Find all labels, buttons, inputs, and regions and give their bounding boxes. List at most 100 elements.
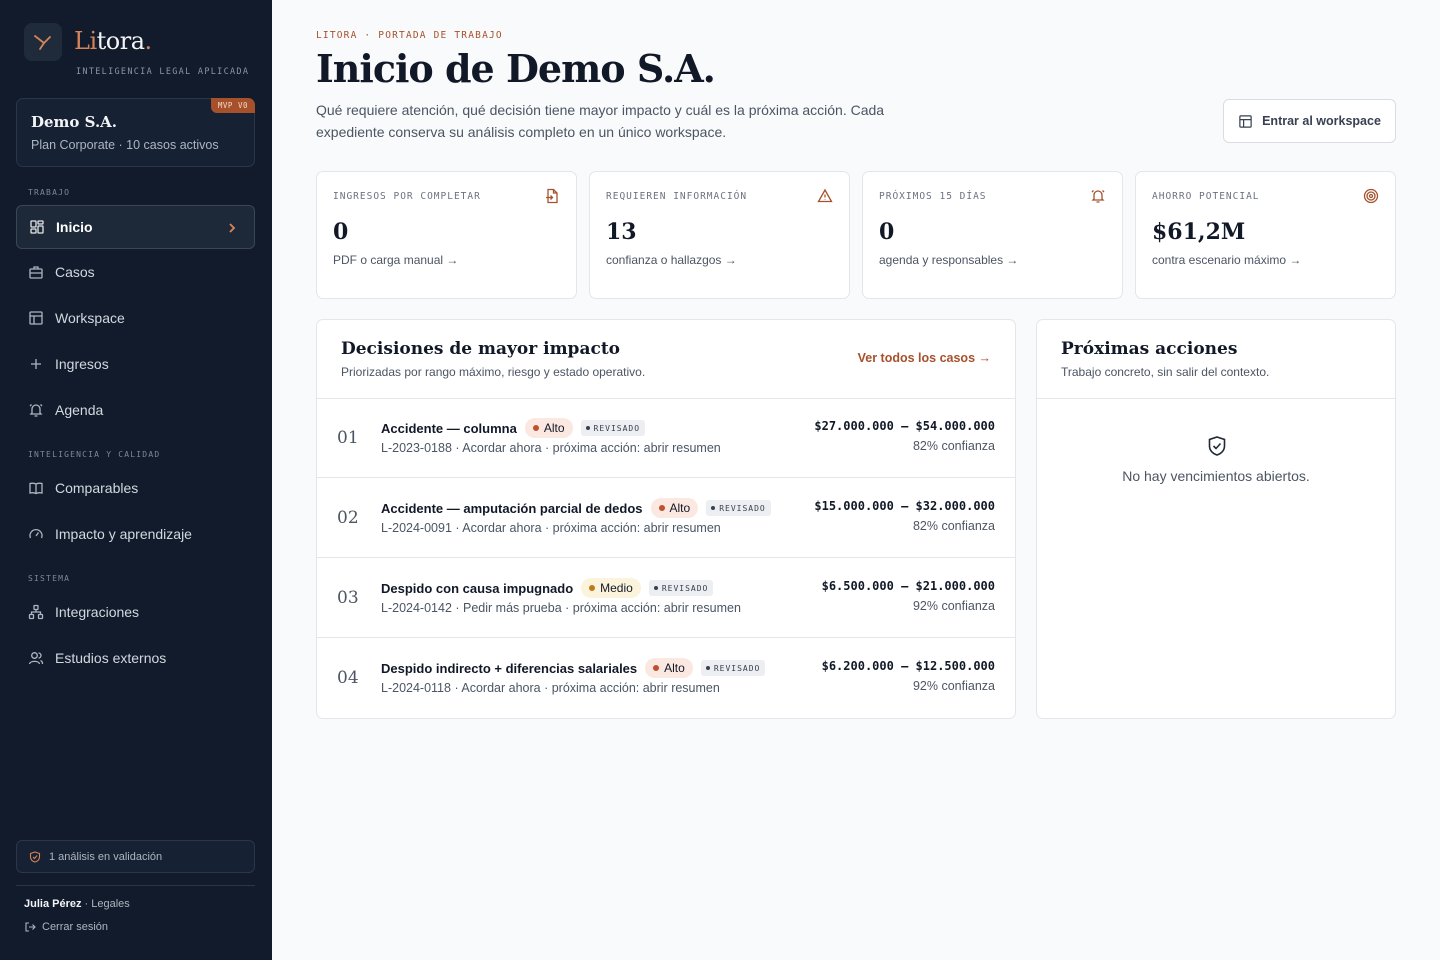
confidence: 82% confianza bbox=[912, 519, 995, 533]
stat-card-proximos-15-dias[interactable]: PRÓXIMOS 15 DÍAS 0 agenda y responsables… bbox=[862, 171, 1123, 299]
stat-label: REQUIEREN INFORMACIÓN bbox=[606, 191, 748, 202]
sidebar-item-estudios-externos[interactable]: Estudios externos bbox=[16, 636, 255, 680]
briefcase-icon bbox=[29, 266, 43, 279]
sidebar-item-label: Ingresos bbox=[55, 356, 109, 372]
stat-sub: contra escenario máximo → bbox=[1152, 253, 1302, 267]
logo-mark[interactable] bbox=[24, 23, 62, 61]
logo-wordmark: Litora. bbox=[74, 27, 152, 55]
validation-text: 1 análisis en validación bbox=[49, 850, 163, 863]
layout-icon bbox=[29, 311, 43, 325]
decision-row[interactable]: 04 Despido indirecto + diferencias salar… bbox=[317, 638, 1015, 718]
plus-icon bbox=[31, 359, 41, 369]
sidebar-item-label: Workspace bbox=[55, 310, 125, 326]
row-title-line: Despido con causa impugnado Medio REVISA… bbox=[381, 578, 714, 598]
stat-label: INGRESOS POR COMPLETAR bbox=[333, 191, 481, 202]
case-title: Despido con causa impugnado bbox=[381, 580, 574, 596]
section-label-sistema: SISTEMA bbox=[28, 574, 71, 583]
row-number: 04 bbox=[337, 668, 359, 688]
logout-label: Cerrar sesión bbox=[42, 921, 109, 933]
sidebar-item-agenda[interactable]: Agenda bbox=[16, 388, 255, 432]
stat-card-ahorro-potencial[interactable]: AHORRO POTENCIAL $61,2M contra escenario… bbox=[1135, 171, 1396, 299]
status-badge: REVISADO bbox=[648, 580, 714, 596]
gauge-icon bbox=[29, 528, 43, 539]
section-label-inteligencia: INTELIGENCIA Y CALIDAD bbox=[28, 450, 161, 459]
sidebar-item-label: Integraciones bbox=[55, 604, 140, 620]
target-icon bbox=[1363, 188, 1379, 204]
user-role: · Legales bbox=[81, 898, 130, 910]
decisions-subtitle: Priorizadas por rango máximo, riesgo y e… bbox=[341, 365, 646, 379]
bell-ring-icon bbox=[1091, 190, 1105, 203]
layout-icon bbox=[1239, 114, 1252, 128]
logo-tagline: INTELIGENCIA LEGAL APLICADA bbox=[76, 67, 250, 77]
row-title-line: Accidente — columna Alto REVISADO bbox=[381, 418, 646, 438]
view-all-cases-link[interactable]: Ver todos los casos → bbox=[858, 351, 991, 365]
stat-sub: agenda y responsables → bbox=[879, 253, 1019, 267]
logout-link[interactable]: Cerrar sesión bbox=[24, 921, 108, 933]
sidebar-item-label: Agenda bbox=[55, 402, 104, 418]
case-title: Accidente — columna bbox=[381, 420, 517, 436]
stat-label: PRÓXIMOS 15 DÍAS bbox=[879, 191, 987, 202]
sidebar-item-workspace[interactable]: Workspace bbox=[16, 296, 255, 340]
case-meta: L-2024-0142 · Pedir más prueba · próxima… bbox=[381, 601, 741, 615]
decision-row[interactable]: 03 Despido con causa impugnado Medio REV… bbox=[317, 558, 1015, 638]
org-card[interactable]: Demo S.A. Plan Corporate · 10 casos acti… bbox=[16, 98, 255, 167]
org-name: Demo S.A. bbox=[31, 113, 118, 131]
amount-range: $6.500.000 – $21.000.000 bbox=[821, 579, 995, 593]
sidebar-divider bbox=[16, 885, 255, 886]
risk-badge: Alto bbox=[650, 498, 699, 518]
sidebar: Litora. INTELIGENCIA LEGAL APLICADA Demo… bbox=[0, 0, 272, 960]
risk-badge: Medio bbox=[581, 578, 641, 598]
shield-icon bbox=[29, 850, 41, 863]
enter-workspace-label: Entrar al workspace bbox=[1262, 114, 1381, 128]
version-badge: MVP V0 bbox=[210, 98, 255, 113]
enter-workspace-button[interactable]: Entrar al workspace bbox=[1223, 99, 1396, 143]
page-kicker: LITORA · PORTADA DE TRABAJO bbox=[316, 30, 503, 41]
sidebar-item-casos[interactable]: Casos bbox=[16, 250, 255, 294]
confidence: 92% confianza bbox=[912, 679, 995, 693]
user-info: Julia Pérez · Legales bbox=[24, 898, 130, 910]
logout-icon bbox=[25, 922, 36, 932]
amount-range: $15.000.000 – $32.000.000 bbox=[814, 499, 995, 513]
stat-sub: PDF o carga manual → bbox=[333, 253, 459, 267]
confidence: 82% confianza bbox=[912, 439, 995, 453]
sidebar-item-impacto[interactable]: Impacto y aprendizaje bbox=[16, 512, 255, 556]
amount-range: $27.000.000 – $54.000.000 bbox=[814, 419, 995, 433]
sidebar-item-comparables[interactable]: Comparables bbox=[16, 466, 255, 510]
stat-value: $61,2M bbox=[1152, 219, 1246, 245]
users-icon bbox=[28, 652, 44, 665]
network-icon bbox=[28, 604, 44, 620]
amount-range: $6.200.000 – $12.500.000 bbox=[821, 659, 995, 673]
row-title-line: Accidente — amputación parcial de dedos … bbox=[381, 498, 771, 518]
risk-badge: Alto bbox=[645, 658, 693, 678]
empty-state-text: No hay vencimientos abiertos. bbox=[1122, 468, 1310, 484]
decisions-list: 01 Accidente — columna Alto REVISADO L-2… bbox=[317, 398, 1015, 718]
shield-check-icon bbox=[1208, 436, 1226, 456]
validation-status[interactable]: 1 análisis en validación bbox=[16, 840, 255, 873]
case-title: Despido indirecto + diferencias salarial… bbox=[381, 660, 638, 676]
case-meta: L-2024-0118 · Acordar ahora · próxima ac… bbox=[381, 681, 720, 695]
stat-sub: confianza o hallazgos → bbox=[606, 253, 737, 267]
section-label-trabajo: TRABAJO bbox=[28, 188, 71, 197]
stat-value: 13 bbox=[606, 219, 637, 245]
sidebar-item-label: Inicio bbox=[56, 219, 93, 235]
bell-icon bbox=[29, 404, 43, 417]
decision-row[interactable]: 02 Accidente — amputación parcial de ded… bbox=[317, 478, 1015, 558]
stat-label: AHORRO POTENCIAL bbox=[1152, 191, 1260, 202]
next-actions-panel: Próximas acciones Trabajo concreto, sin … bbox=[1036, 319, 1396, 719]
stat-value: 0 bbox=[333, 219, 349, 245]
decision-row[interactable]: 01 Accidente — columna Alto REVISADO L-2… bbox=[317, 398, 1015, 478]
case-title: Accidente — amputación parcial de dedos bbox=[381, 500, 643, 516]
sidebar-item-integraciones[interactable]: Integraciones bbox=[16, 590, 255, 634]
stat-card-requieren-informacion[interactable]: REQUIEREN INFORMACIÓN 13 confianza o hal… bbox=[589, 171, 850, 299]
page-description: Qué requiere atención, qué decisión tien… bbox=[316, 102, 885, 140]
sidebar-item-label: Estudios externos bbox=[55, 650, 167, 666]
risk-badge: Alto bbox=[524, 418, 573, 438]
row-title-line: Despido indirecto + diferencias salarial… bbox=[381, 658, 766, 678]
page-title: Inicio de Demo S.A. bbox=[316, 46, 716, 91]
book-icon bbox=[29, 482, 43, 495]
sidebar-item-inicio[interactable]: Inicio bbox=[16, 205, 255, 249]
sidebar-item-label: Impacto y aprendizaje bbox=[55, 526, 192, 542]
file-import-icon bbox=[546, 188, 558, 204]
stat-card-ingresos[interactable]: INGRESOS POR COMPLETAR 0 PDF o carga man… bbox=[316, 171, 577, 299]
sidebar-item-ingresos[interactable]: Ingresos bbox=[16, 342, 255, 386]
